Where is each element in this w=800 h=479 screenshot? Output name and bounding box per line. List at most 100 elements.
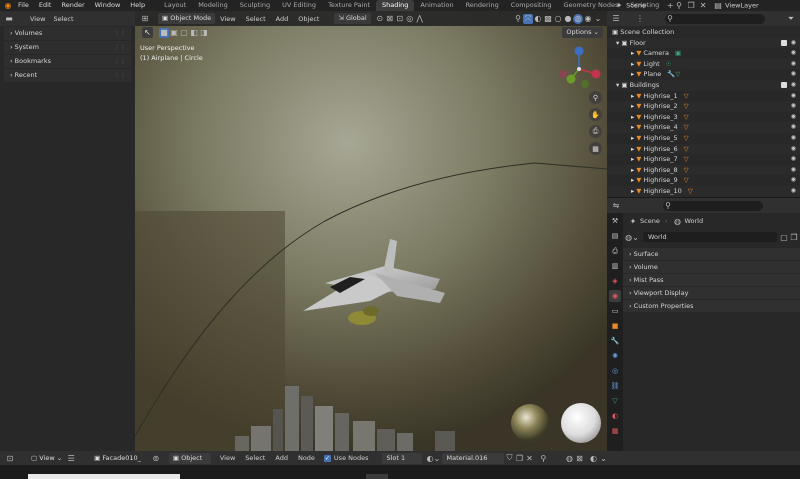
outliner-row-highrise-6[interactable]: ▸ ▼ Highrise_6 ▽ ◉ bbox=[607, 143, 800, 155]
modifier-tab-icon[interactable]: 🔧 bbox=[609, 335, 621, 347]
folder-icon[interactable]: ▬ bbox=[4, 14, 14, 24]
eye-icon[interactable]: ◉ bbox=[791, 144, 796, 155]
exclude-checkbox[interactable] bbox=[781, 39, 787, 46]
gizmo-icon[interactable]: ⤧ bbox=[523, 13, 533, 24]
outliner-row-highrise-8[interactable]: ▸ ▼ Highrise_8 ▽ ◉ bbox=[607, 164, 800, 176]
backdrop-icon[interactable]: ◍ bbox=[564, 453, 574, 463]
eye-icon[interactable]: ◉ bbox=[791, 69, 796, 80]
menu-edit[interactable]: Edit bbox=[34, 0, 57, 11]
image-view-menu[interactable]: ▢ View ⌄ bbox=[27, 453, 66, 464]
viewport-menu-select[interactable]: Select bbox=[241, 15, 271, 23]
panel-viewport-display[interactable]: › Viewport Display bbox=[623, 287, 800, 299]
outliner-row-buildings[interactable]: ▾ ▣ Buildings ◉ bbox=[607, 79, 800, 91]
view-layer-tab-icon[interactable]: ▥ bbox=[609, 260, 621, 272]
display-mode-icon[interactable]: ⋮ bbox=[635, 14, 645, 24]
node-menu-node[interactable]: Node bbox=[293, 454, 320, 462]
outliner-editor-icon[interactable]: ☰ bbox=[611, 14, 621, 24]
use-nodes-toggle[interactable]: ✓ Use Nodes bbox=[323, 454, 368, 462]
visibility-icon[interactable]: ⚲ bbox=[513, 14, 523, 24]
drag-handle-icon[interactable]: ⋮⋮ bbox=[114, 55, 126, 68]
particles-tab-icon[interactable]: ✺ bbox=[609, 350, 621, 362]
snap-icon[interactable]: ⊠ bbox=[574, 453, 584, 463]
viewport-menu-object[interactable]: Object bbox=[293, 15, 324, 23]
select-mode-subtract-icon[interactable]: ▢ bbox=[179, 28, 189, 38]
tab-sculpting[interactable]: Sculpting bbox=[234, 0, 276, 11]
zoom-icon[interactable]: ⚲ bbox=[589, 91, 602, 104]
select-mode-new-icon[interactable]: ■ bbox=[159, 27, 169, 38]
outliner-row-highrise-10[interactable]: ▸ ▼ Highrise_10 ▽ ◉ bbox=[607, 185, 800, 197]
output-tab-icon[interactable]: ⎙ bbox=[609, 245, 621, 257]
outliner-row-highrise-9[interactable]: ▸ ▼ Highrise_9 ▽ ◉ bbox=[607, 175, 800, 186]
image-editor-icon[interactable]: ⊡ bbox=[5, 453, 15, 463]
panel-volume[interactable]: › Volume bbox=[623, 261, 800, 273]
blender-logo-icon[interactable]: ◉ bbox=[3, 1, 13, 11]
properties-search-input[interactable]: ⚲ bbox=[663, 200, 763, 211]
outliner-row-camera[interactable]: ▸ ▼ Camera ▣ ◉ bbox=[607, 48, 800, 59]
eye-icon[interactable]: ◉ bbox=[791, 122, 796, 133]
hand-pan-icon[interactable]: ✋ bbox=[589, 108, 602, 121]
image-selector[interactable]: ▣ Facade010_ bbox=[90, 453, 145, 464]
new-world-icon[interactable]: ❐ bbox=[789, 232, 799, 242]
eye-icon[interactable]: ◉ bbox=[791, 175, 796, 186]
panel-system[interactable]: › System ⋮⋮ bbox=[4, 41, 131, 54]
pivot-icon[interactable]: ⊙ bbox=[375, 14, 385, 24]
menu-select[interactable]: Select bbox=[49, 15, 77, 23]
outliner-row-floor[interactable]: ▾ ▣ Floor ◉ bbox=[607, 37, 800, 49]
tab-rendering[interactable]: Rendering bbox=[460, 0, 505, 11]
panel-volumes[interactable]: › Volumes ⋮⋮ bbox=[4, 27, 131, 40]
menu-window[interactable]: Window bbox=[90, 0, 126, 11]
world-name-field[interactable]: World bbox=[643, 232, 777, 242]
eye-icon[interactable]: ◉ bbox=[791, 48, 796, 59]
eye-icon[interactable]: ◉ bbox=[791, 112, 796, 123]
perspective-toggle-icon[interactable]: ▦ bbox=[589, 142, 602, 155]
menu-view[interactable]: View bbox=[26, 15, 49, 23]
outliner-row-highrise-2[interactable]: ▸ ▼ Highrise_2 ▽ ◉ bbox=[607, 101, 800, 112]
eye-icon[interactable]: ◉ bbox=[791, 91, 796, 102]
overlay-icon[interactable]: ◐ bbox=[533, 14, 543, 24]
unlink-material-icon[interactable]: ✕ bbox=[524, 453, 534, 463]
outliner-row-highrise-5[interactable]: ▸ ▼ Highrise_5 ▽ ◉ bbox=[607, 133, 800, 144]
view-layer-selector[interactable]: ▤ ViewLayer bbox=[713, 0, 758, 11]
select-mode-invert-icon[interactable]: ◧ bbox=[189, 28, 199, 38]
fake-user-icon[interactable]: ▢ bbox=[779, 232, 789, 242]
tab-animation[interactable]: Animation bbox=[414, 0, 459, 11]
outliner-row-plane[interactable]: ▸ ▼ Plane 🔧▽ ◉ bbox=[607, 69, 800, 80]
data-tab-icon[interactable]: ▽ bbox=[609, 395, 621, 407]
scene-tab-icon[interactable]: ◈ bbox=[609, 275, 621, 287]
select-tool-icon[interactable]: ↖ bbox=[142, 27, 153, 38]
panel-bookmarks[interactable]: › Bookmarks ⋮⋮ bbox=[4, 55, 131, 68]
camera-view-icon[interactable]: ⎙ bbox=[589, 125, 602, 138]
material-browse-icon[interactable]: ◐⌄ bbox=[427, 453, 441, 463]
physics-tab-icon[interactable]: ◎ bbox=[609, 365, 621, 377]
outliner-row-highrise-3[interactable]: ▸ ▼ Highrise_3 ▽ ◉ bbox=[607, 112, 800, 123]
tab-texture-paint[interactable]: Texture Paint bbox=[322, 0, 376, 11]
node-menu-view[interactable]: View bbox=[215, 454, 240, 462]
duplicate-material-icon[interactable]: ❐ bbox=[514, 453, 524, 463]
outliner-row-scene-collection[interactable]: ▣ Scene Collection bbox=[607, 27, 800, 38]
select-mode-intersect-icon[interactable]: ◨ bbox=[199, 28, 209, 38]
constraints-tab-icon[interactable]: ⛓ bbox=[609, 380, 621, 392]
xray-icon[interactable]: ▩ bbox=[543, 14, 553, 24]
panel-surface[interactable]: › Surface bbox=[623, 248, 800, 260]
options-dropdown[interactable]: Options ⌄ bbox=[562, 27, 603, 38]
world-browse-icon[interactable]: ◍⌄ bbox=[625, 232, 639, 242]
navigation-gizmo[interactable] bbox=[556, 44, 602, 90]
node-menu-add[interactable]: Add bbox=[270, 454, 293, 462]
material-name-field[interactable]: Material.016 bbox=[442, 452, 505, 464]
panel-recent[interactable]: › Recent ⋮⋮ bbox=[4, 69, 131, 82]
snap-target-icon[interactable]: ⊡ bbox=[395, 14, 405, 24]
outliner-row-highrise-1[interactable]: ▸ ▼ Highrise_1 ▽ ◉ bbox=[607, 91, 800, 102]
snap-icon[interactable]: ⊠ bbox=[385, 14, 395, 24]
eye-icon[interactable]: ◉ bbox=[791, 186, 796, 197]
copy-scene-icon[interactable]: ❐ bbox=[686, 0, 696, 10]
eye-icon[interactable]: ◉ bbox=[791, 165, 796, 176]
outliner-row-highrise-7[interactable]: ▸ ▼ Highrise_7 ▽ ◉ bbox=[607, 154, 800, 165]
node-menu-select[interactable]: Select bbox=[240, 454, 270, 462]
filter-icon[interactable]: ⏷ bbox=[786, 14, 796, 24]
tab-uv-editing[interactable]: UV Editing bbox=[276, 0, 322, 11]
slot-selector[interactable]: Slot 1 bbox=[382, 452, 423, 464]
shading-rendered-icon[interactable]: ◉ bbox=[583, 14, 593, 24]
menu-help[interactable]: Help bbox=[125, 0, 150, 11]
tool-tab-icon[interactable]: ⚒ bbox=[609, 215, 621, 227]
render-tab-icon[interactable]: ▤ bbox=[609, 230, 621, 242]
